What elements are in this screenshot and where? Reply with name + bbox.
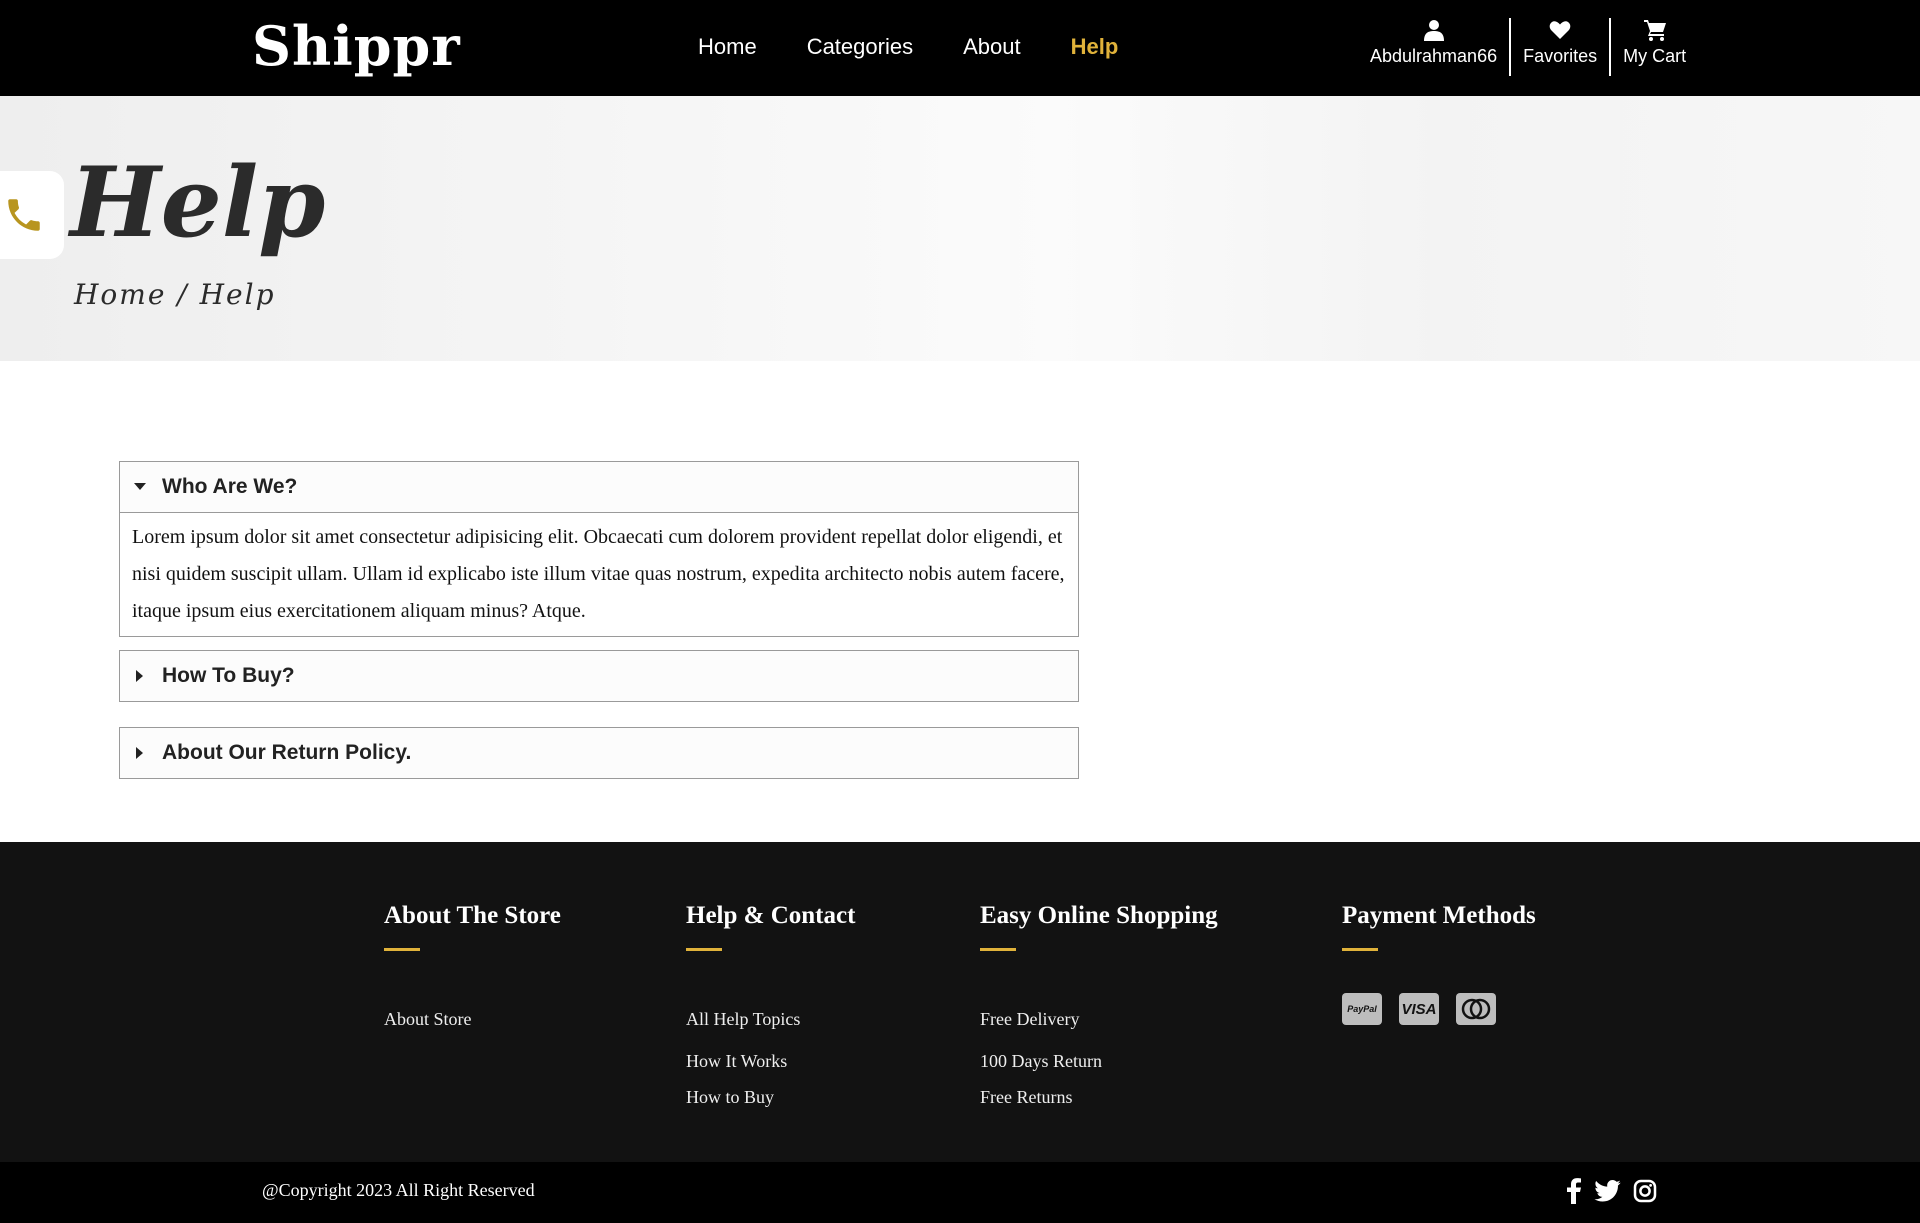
faq-item-how-to-buy: How To Buy? [119, 650, 1079, 702]
heart-icon [1549, 21, 1571, 39]
page-hero: Help Home / Help [0, 96, 1920, 361]
footer-column-title: Payment Methods [1342, 902, 1536, 929]
caret-right-icon [132, 670, 148, 682]
nav-about[interactable]: About [963, 34, 1021, 60]
faq-item-return-policy: About Our Return Policy. [119, 727, 1079, 779]
account-label: Abdulrahman66 [1370, 46, 1498, 66]
faq-question-toggle[interactable]: About Our Return Policy. [120, 728, 1078, 778]
accent-underline [384, 948, 420, 951]
accent-underline [686, 948, 722, 951]
account-button[interactable]: Abdulrahman66 [1358, 18, 1509, 78]
footer-link[interactable]: How It Works [686, 1043, 855, 1079]
footer-column-title: Help & Contact [686, 902, 856, 929]
footer-column-about: About The Store About Store [384, 902, 561, 1043]
top-navbar: Shippr Home Categories About Help Abdulr… [0, 0, 1920, 96]
facebook-icon[interactable] [1566, 1178, 1582, 1204]
copyright-bar: @Copyright 2023 All Right Reserved [0, 1162, 1920, 1223]
user-area: Abdulrahman66 Favorites My Cart [1358, 18, 1698, 78]
favorites-button[interactable]: Favorites [1511, 18, 1609, 78]
faq-question-toggle[interactable]: Who Are We? [120, 462, 1078, 512]
paypal-wordmark: PayPal [1347, 1004, 1377, 1014]
cart-label: My Cart [1623, 46, 1687, 66]
footer-link[interactable]: About Store [384, 1001, 561, 1037]
payment-icons: PayPal VISA [1342, 993, 1536, 1025]
footer-link[interactable]: How to Buy [686, 1079, 855, 1115]
visa-wordmark: VISA [1401, 1000, 1437, 1018]
mastercard-icon [1456, 993, 1496, 1025]
nav-categories[interactable]: Categories [807, 34, 913, 60]
nav-help[interactable]: Help [1071, 34, 1119, 60]
paypal-icon: PayPal [1342, 993, 1382, 1025]
copyright-text: @Copyright 2023 All Right Reserved [262, 1180, 535, 1200]
cart-button[interactable]: My Cart [1611, 18, 1698, 78]
user-icon [1423, 20, 1444, 41]
footer-column-shopping: Easy Online Shopping Free Delivery 100 D… [980, 902, 1218, 1115]
footer-link[interactable]: Free Returns [980, 1079, 1218, 1115]
faq-item-who-are-we: Who Are We? Lorem ipsum dolor sit amet c… [119, 461, 1079, 637]
faq-question: How To Buy? [162, 664, 295, 687]
faq-question-toggle[interactable]: How To Buy? [120, 651, 1078, 701]
page-title: Help [70, 146, 326, 259]
accent-underline [980, 948, 1016, 951]
phone-icon [8, 199, 40, 231]
caret-right-icon [132, 747, 148, 759]
faq-answer: Lorem ipsum dolor sit amet consectetur a… [120, 512, 1078, 636]
nav-home[interactable]: Home [698, 34, 757, 60]
footer-column-help: Help & Contact All Help Topics How It Wo… [686, 902, 855, 1115]
footer-column-title: Easy Online Shopping [980, 902, 1218, 929]
phone-contact-button[interactable] [0, 171, 64, 259]
instagram-icon[interactable] [1633, 1179, 1657, 1203]
cart-icon [1643, 20, 1666, 41]
social-links [1566, 1178, 1657, 1204]
breadcrumb[interactable]: Home / Help [74, 278, 276, 311]
faq-question: Who Are We? [162, 475, 298, 498]
footer-column-payment: Payment Methods PayPal VISA [1342, 902, 1536, 1025]
footer-link[interactable]: 100 Days Return [980, 1043, 1218, 1079]
site-footer: About The Store About Store Help & Conta… [0, 842, 1920, 1162]
visa-icon: VISA [1399, 993, 1439, 1025]
footer-link[interactable]: All Help Topics [686, 1001, 855, 1037]
twitter-icon[interactable] [1594, 1180, 1621, 1202]
favorites-label: Favorites [1523, 46, 1598, 66]
footer-column-title: About The Store [384, 902, 561, 929]
caret-down-icon [132, 483, 148, 491]
accent-underline [1342, 948, 1378, 951]
main-nav: Home Categories About Help [698, 34, 1118, 60]
footer-link[interactable]: Free Delivery [980, 1001, 1218, 1037]
site-logo[interactable]: Shippr [252, 14, 461, 78]
faq-question: About Our Return Policy. [162, 741, 412, 764]
